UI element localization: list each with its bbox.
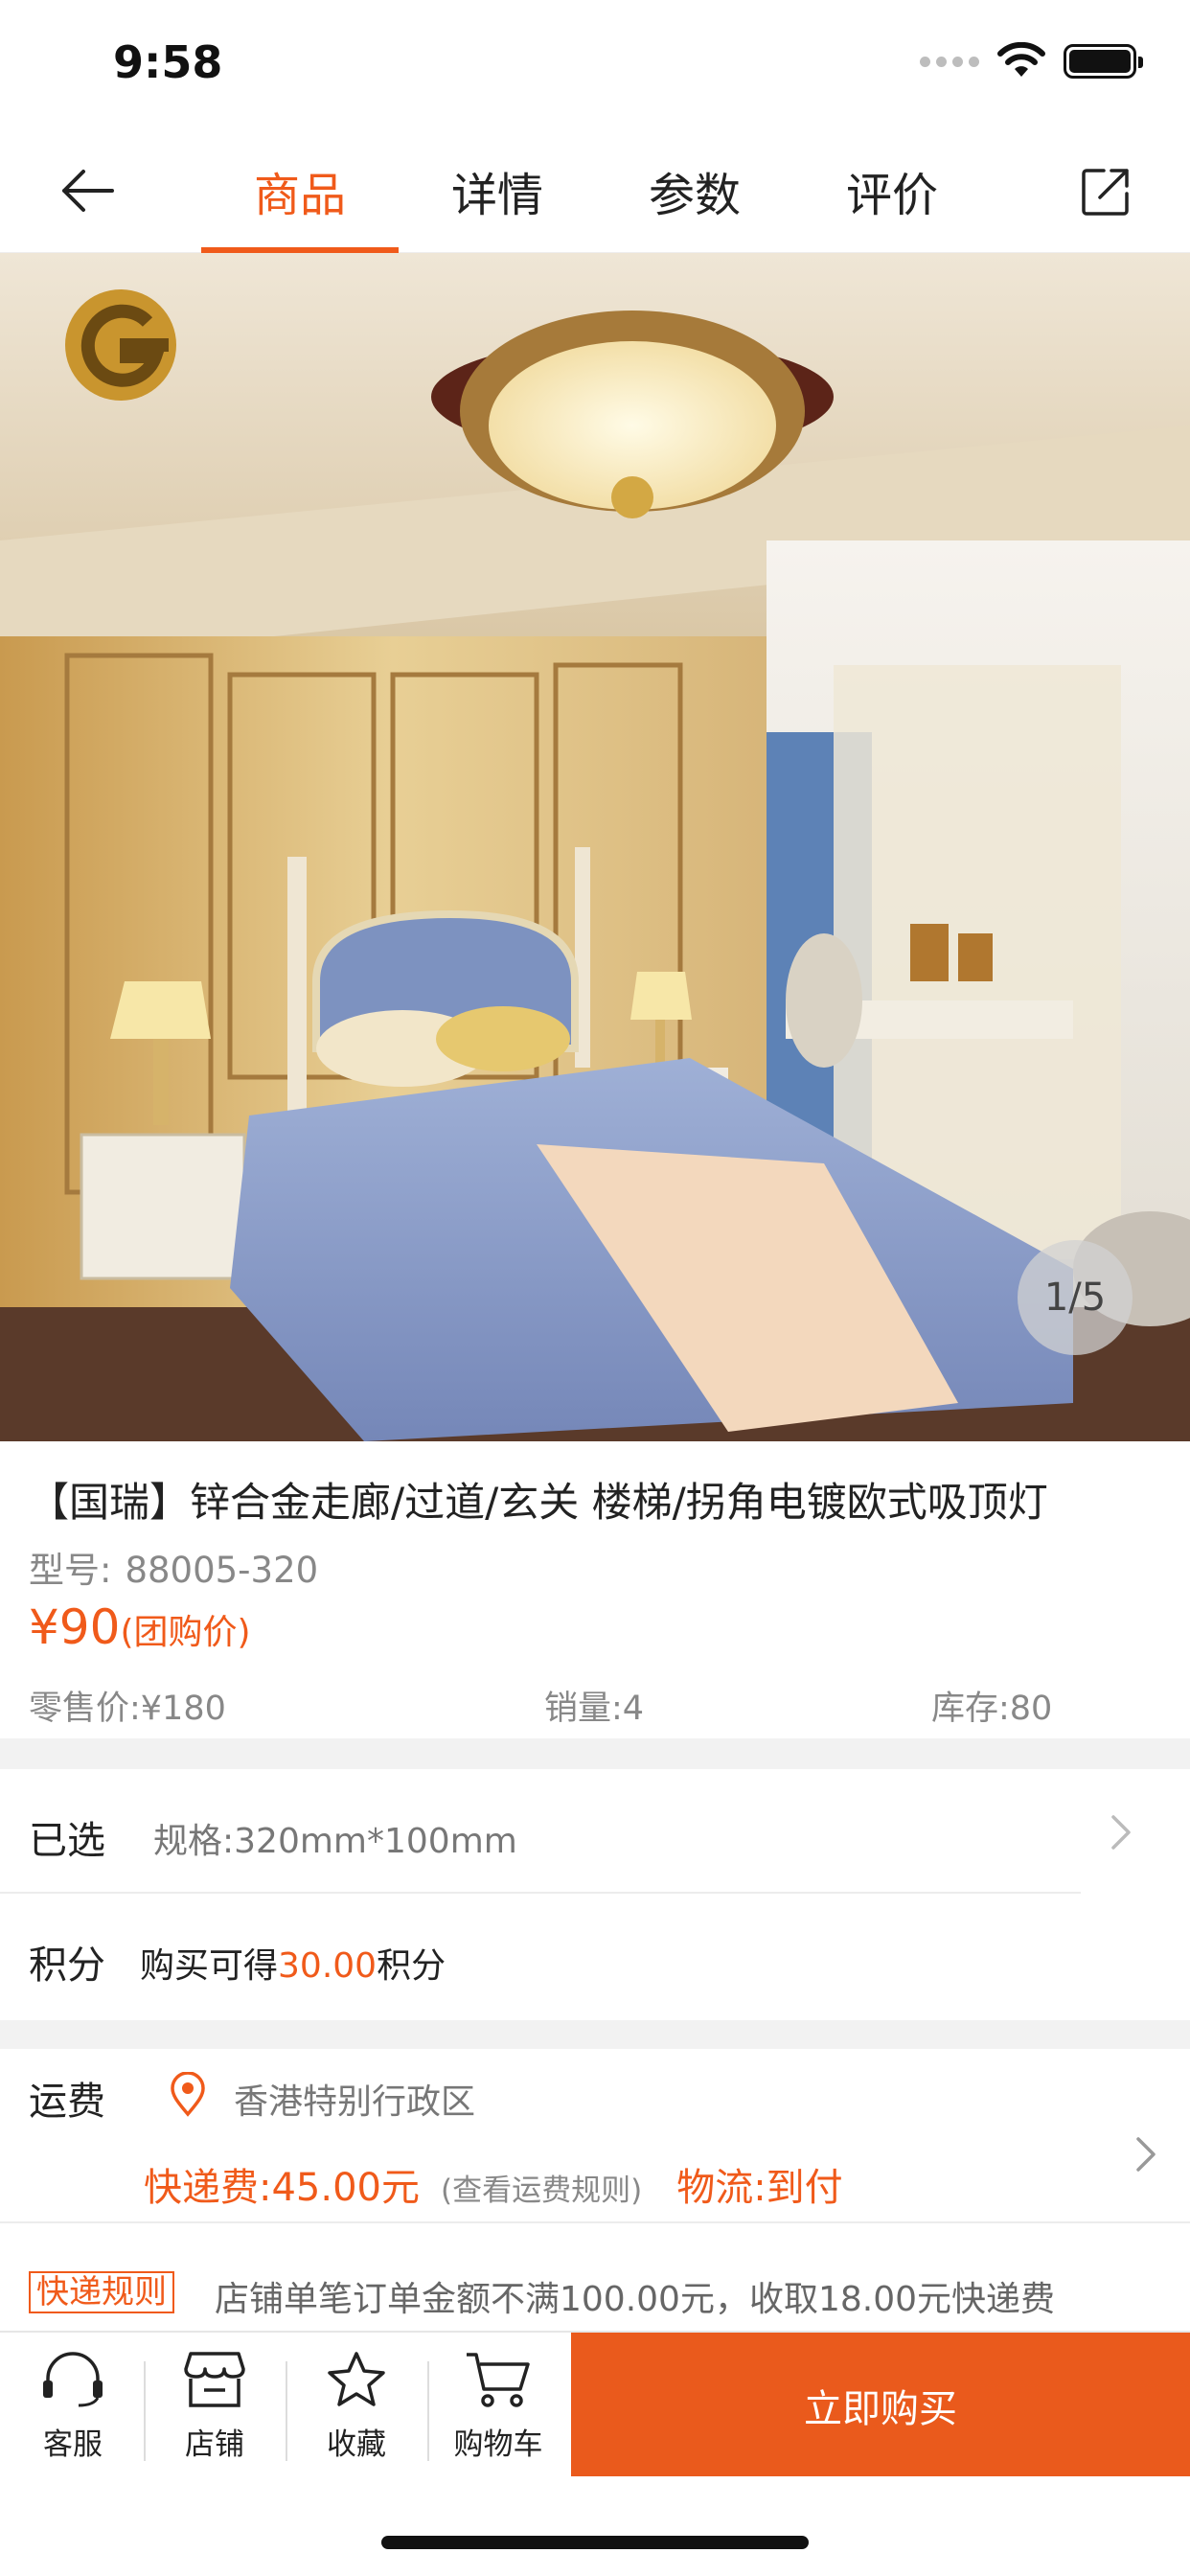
selected-value: 规格:320mm*100mm (153, 1822, 517, 1861)
price-tag: (团购价) (120, 1613, 251, 1652)
shipping-location[interactable]: 香港特别行政区 (234, 2074, 475, 2124)
points-value: 购买可得30.00积分 (140, 1938, 446, 1988)
selected-spec-row[interactable]: 已选 规格:320mm*100mm (0, 1769, 1190, 1894)
image-page-indicator: 1/5 (1018, 1240, 1133, 1355)
status-time: 9:58 (113, 36, 223, 88)
product-title: 【国瑞】锌合金走廊/过道/玄关 楼梯/拐角电镀欧式吸顶灯 (29, 1479, 1048, 1526)
shipping-section: 运费 香港特别行政区 快递费:45.00元 (查看运费规则) 物流:到付 快递规则 … (0, 2049, 1190, 2332)
home-indicator-area (0, 2476, 1190, 2576)
logistics: 物流:到付 (676, 2166, 843, 2210)
top-nav: 商品 详情 参数 评价 (0, 128, 1190, 253)
headset-icon (38, 2349, 107, 2410)
status-bar: 9:58 (0, 0, 1190, 128)
shipping-label: 运费 (29, 2080, 105, 2124)
sales-count: 销量:4 (544, 1690, 645, 1728)
cart-button[interactable]: 购物车 (427, 2333, 569, 2478)
tab-reviews[interactable]: 评价 (793, 128, 991, 253)
store-icon (180, 2349, 249, 2410)
row-divider (0, 2221, 1190, 2223)
express-rule-tag: 快递规则 (29, 2271, 174, 2313)
star-icon (322, 2349, 391, 2410)
wifi-icon (997, 42, 1045, 77)
store-button[interactable]: 店铺 (144, 2333, 286, 2478)
shipping-fee-line: 快递费:45.00元 (查看运费规则) 物流:到付 (144, 2156, 843, 2212)
selected-label: 已选 (29, 1819, 105, 1863)
selection-section: 已选 规格:320mm*100mm 积分 购买可得30.00积分 (0, 1769, 1190, 2020)
customer-service-button[interactable]: 客服 (2, 2333, 144, 2478)
shipping-rules-link[interactable]: (查看运费规则) (441, 2174, 642, 2208)
points-suffix: 积分 (377, 1946, 446, 1986)
action-label: 客服 (43, 2426, 103, 2462)
buy-now-button[interactable]: 立即购买 (571, 2333, 1190, 2478)
status-indicators (920, 42, 1143, 80)
tab-bar: 商品 详情 参数 评价 (201, 128, 991, 253)
stock-count: 库存:80 (931, 1690, 1053, 1728)
price-amount: ¥90 (29, 1599, 121, 1655)
signal-icon (920, 56, 979, 67)
cart-icon (464, 2349, 533, 2410)
model-value: 88005-320 (125, 1550, 319, 1591)
chevron-right-icon (1111, 1815, 1131, 1850)
express-fee: 快递费:45.00元 (144, 2166, 420, 2210)
tab-product[interactable]: 商品 (201, 128, 399, 253)
section-divider (0, 2020, 1190, 2049)
home-indicator[interactable] (381, 2536, 809, 2549)
product-info: 【国瑞】锌合金走廊/过道/玄关 楼梯/拐角电镀欧式吸顶灯 型号: 88005-32… (0, 1441, 1190, 1738)
action-label: 购物车 (453, 2426, 543, 2462)
action-label: 店铺 (185, 2426, 244, 2462)
retail-price: 零售价:¥180 (29, 1690, 226, 1728)
express-rule-text: 店铺单笔订单金额不满100.00元，收取18.00元快递费 (215, 2280, 1056, 2319)
points-row: 积分 购买可得30.00积分 (0, 1894, 1190, 2018)
bottom-action-bar: 客服 店铺 收藏 购物车 立即购买 (0, 2331, 1190, 2478)
section-divider (0, 1738, 1190, 1769)
group-price: ¥90(团购价) (29, 1599, 251, 1655)
location-pin-icon (171, 2072, 205, 2117)
tab-details[interactable]: 详情 (399, 128, 596, 253)
points-label: 积分 (29, 1944, 105, 1988)
action-label: 收藏 (327, 2426, 386, 2462)
product-model: 型号: 88005-320 (29, 1541, 318, 1593)
battery-icon (1064, 44, 1143, 79)
back-arrow-icon[interactable] (54, 157, 121, 224)
tab-params[interactable]: 参数 (596, 128, 793, 253)
points-prefix: 购买可得 (140, 1946, 279, 1986)
points-amount: 30.00 (278, 1946, 378, 1986)
product-image-carousel[interactable]: 1/5 (0, 253, 1190, 1441)
favorite-button[interactable]: 收藏 (286, 2333, 427, 2478)
brand-logo (34, 276, 217, 458)
chevron-right-icon[interactable] (1127, 2135, 1165, 2174)
share-icon[interactable] (1075, 161, 1136, 222)
model-label: 型号: (29, 1550, 112, 1591)
